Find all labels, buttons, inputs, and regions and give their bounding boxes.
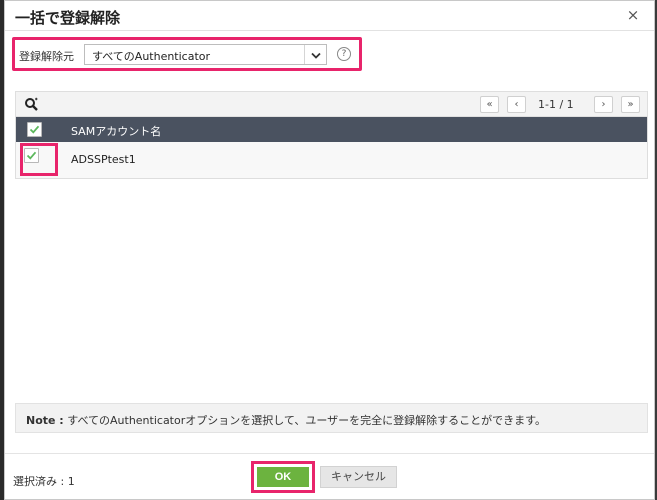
close-icon[interactable]: × — [624, 6, 642, 24]
search-icon[interactable] — [24, 97, 39, 116]
row-sam-account-name: ADSSPtest1 — [71, 153, 136, 166]
pager-next-button[interactable]: › — [594, 96, 613, 113]
pager-range: 1-1 / 1 — [538, 98, 574, 111]
unenroll-source-row: 登録解除元 すべてのAuthenticator ? — [12, 37, 362, 71]
pager-prev-button[interactable]: ‹ — [507, 96, 526, 113]
unenroll-source-select[interactable]: すべてのAuthenticator — [84, 44, 327, 65]
note-box: Note : すべてのAuthenticatorオプションを選択して、ユーザーを… — [15, 403, 648, 433]
unenroll-source-label: 登録解除元 — [19, 50, 74, 63]
unenroll-source-value: すべてのAuthenticator — [92, 50, 211, 63]
row-checkbox[interactable] — [24, 148, 39, 163]
dialog-header: 一括で登録解除 × — [5, 1, 654, 31]
note-label: Note : — [26, 414, 64, 427]
selected-count: 選択済み : 1 — [13, 475, 75, 488]
ok-button[interactable]: OK — [257, 467, 309, 487]
pager-first-button[interactable]: « — [480, 96, 499, 113]
dialog-title: 一括で登録解除 — [15, 9, 121, 27]
note-text: すべてのAuthenticatorオプションを選択して、ユーザーを完全に登録解除… — [67, 414, 547, 427]
chevron-down-icon[interactable] — [304, 45, 326, 64]
grid-header-row: SAMアカウント名 — [16, 117, 647, 142]
cancel-button[interactable]: キャンセル — [320, 466, 397, 488]
column-header-sam-account[interactable]: SAMアカウント名 — [71, 123, 161, 139]
grid-toolbar: « ‹ 1-1 / 1 › » — [16, 92, 647, 117]
table-row[interactable]: ADSSPtest1 — [16, 142, 647, 178]
dialog-footer: 選択済み : 1 OK キャンセル — [5, 453, 654, 499]
pager-last-button[interactable]: » — [621, 96, 640, 113]
select-all-checkbox[interactable] — [27, 122, 42, 137]
user-grid: « ‹ 1-1 / 1 › » SAMアカウント名 ADSSPtest1 — [15, 91, 648, 179]
bulk-unenroll-dialog: 一括で登録解除 × 登録解除元 すべてのAuthenticator ? « ‹ … — [4, 0, 655, 500]
help-icon[interactable]: ? — [337, 47, 351, 61]
